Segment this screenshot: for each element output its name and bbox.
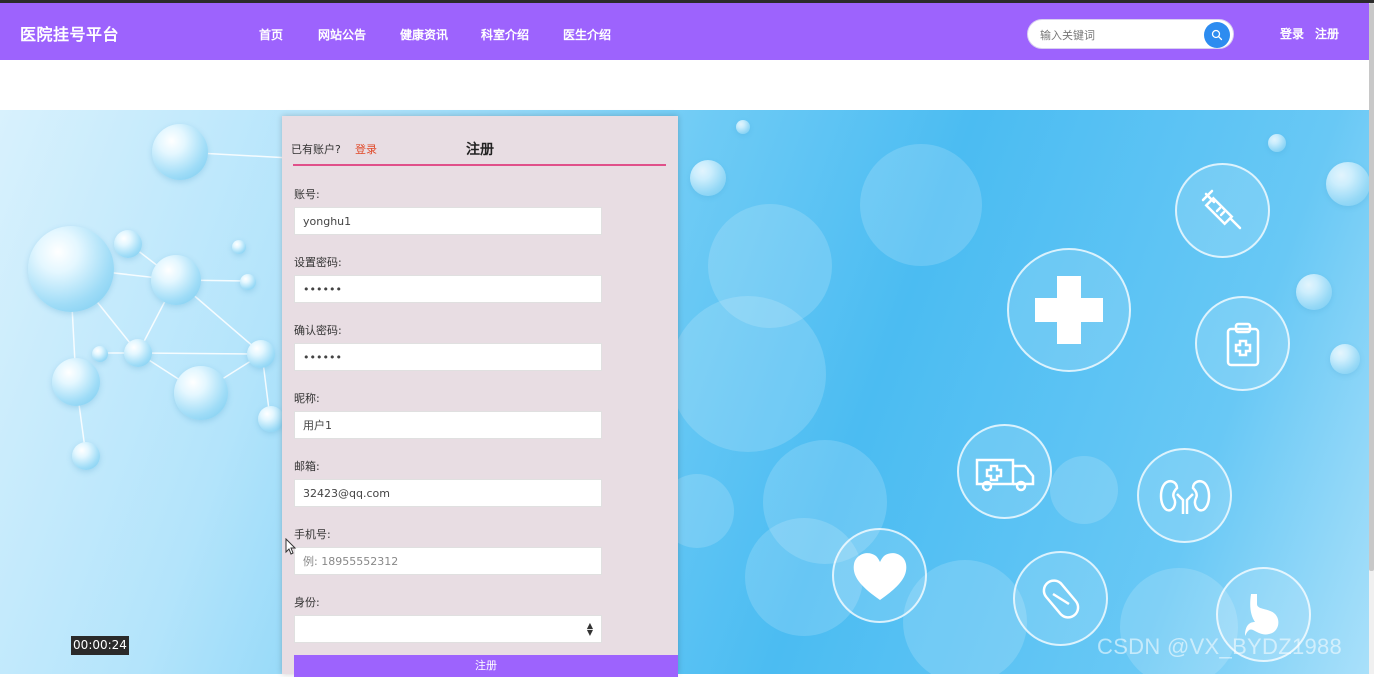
navbar: 医院挂号平台 首页 网站公告 健康资讯 科室介绍 医生介绍 登录 注册 xyxy=(0,3,1369,60)
molecule-sphere xyxy=(124,339,152,367)
floating-sphere xyxy=(690,160,726,196)
syringe-circle xyxy=(1175,163,1270,258)
molecule-sphere xyxy=(72,442,100,470)
nav-home[interactable]: 首页 xyxy=(259,26,283,43)
password-label: 设置密码: xyxy=(294,256,342,269)
molecule-sphere xyxy=(247,340,275,368)
molecule-sphere xyxy=(92,346,108,362)
nav-departments[interactable]: 科室介绍 xyxy=(481,26,529,43)
molecule-sphere xyxy=(52,358,100,406)
kidneys-circle xyxy=(1137,448,1232,543)
search-button[interactable] xyxy=(1204,22,1230,48)
bokeh-circle xyxy=(860,144,982,266)
ambulance-icon xyxy=(975,458,1034,491)
identity-label: 身份: xyxy=(294,596,320,609)
account-field[interactable] xyxy=(294,207,602,235)
molecule-sphere xyxy=(174,366,228,420)
molecule-bonds xyxy=(69,151,291,457)
cross-circle xyxy=(1007,248,1131,372)
scrollbar-thumb[interactable] xyxy=(1369,3,1374,571)
nav-health-news[interactable]: 健康资讯 xyxy=(400,26,448,43)
clipboard-circle xyxy=(1195,296,1290,391)
kidneys-icon xyxy=(1159,479,1210,514)
medical-cross-icon xyxy=(1035,276,1103,344)
phone-label: 手机号: xyxy=(294,528,331,541)
phone-field[interactable] xyxy=(294,547,602,575)
floating-sphere xyxy=(1326,162,1369,206)
molecule-sphere xyxy=(28,226,114,312)
molecule-sphere xyxy=(258,406,284,432)
register-form: 已有账户? 登录 注册 账号: 设置密码: 确认密码: 昵称: 邮箱: 手机号:… xyxy=(282,116,678,677)
molecule-sphere xyxy=(232,240,246,254)
bokeh-circle xyxy=(1050,456,1118,524)
molecule-sphere xyxy=(151,255,201,305)
floating-sphere xyxy=(1296,274,1332,310)
molecule-sphere xyxy=(240,274,256,290)
site-title: 医院挂号平台 xyxy=(20,25,120,44)
heart-circle xyxy=(832,528,927,623)
form-title: 注册 xyxy=(466,142,494,158)
clipboard-icon xyxy=(1226,322,1259,366)
nickname-field[interactable] xyxy=(294,411,602,439)
watermark: CSDN @VX_BYDZ1988 xyxy=(1097,634,1343,659)
select-arrows-icon: ▲ ▼ xyxy=(586,621,593,637)
identity-select[interactable]: ▲ ▼ xyxy=(294,615,602,643)
pill-icon xyxy=(1042,578,1079,619)
nav-announcements[interactable]: 网站公告 xyxy=(318,26,366,43)
bokeh-circle xyxy=(670,296,826,452)
search-icon xyxy=(1211,29,1223,41)
search-input[interactable] xyxy=(1040,26,1190,44)
floating-sphere xyxy=(1330,344,1360,374)
video-timer: 00:00:24 xyxy=(71,636,129,655)
search-box xyxy=(1027,19,1234,49)
form-login-link[interactable]: 登录 xyxy=(355,141,377,157)
pill-circle xyxy=(1013,551,1108,646)
heart-icon xyxy=(853,552,906,600)
account-label: 账号: xyxy=(294,188,320,201)
nav-doctors[interactable]: 医生介绍 xyxy=(563,26,611,43)
confirm-password-label: 确认密码: xyxy=(294,324,342,337)
molecule-sphere xyxy=(114,230,142,258)
register-link[interactable]: 注册 xyxy=(1315,25,1339,42)
floating-sphere xyxy=(1268,134,1286,152)
email-label: 邮箱: xyxy=(294,460,320,473)
ambulance-circle xyxy=(957,424,1052,519)
floating-sphere xyxy=(736,120,750,134)
nickname-label: 昵称: xyxy=(294,392,320,405)
title-divider xyxy=(293,164,666,166)
password-field[interactable] xyxy=(294,275,602,303)
login-link[interactable]: 登录 xyxy=(1280,25,1304,42)
syringe-icon xyxy=(1201,189,1241,229)
confirm-password-field[interactable] xyxy=(294,343,602,371)
have-account-text: 已有账户? xyxy=(291,143,341,156)
email-field[interactable] xyxy=(294,479,602,507)
stomach-icon xyxy=(1244,593,1278,636)
molecule-sphere xyxy=(152,124,208,180)
hero-banner xyxy=(0,110,1369,674)
mouse-cursor-icon xyxy=(285,538,297,555)
